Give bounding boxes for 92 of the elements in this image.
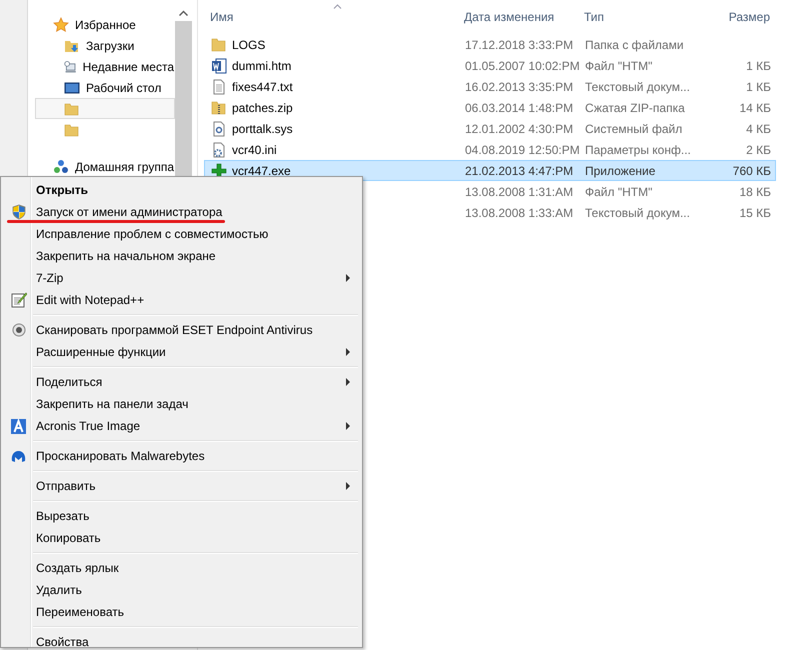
settings-file-icon — [211, 142, 227, 158]
file-name: vcr40.ini — [232, 142, 277, 156]
text-file-icon — [211, 78, 227, 94]
menu-item[interactable]: Исправление проблем с совместимостью — [3, 223, 360, 245]
menu-item[interactable]: Просканировать Malwarebytes — [3, 445, 360, 467]
file-row[interactable]: porttalk.sys 12.01.2002 4:30:PM Системный файл 4 КБ — [204, 118, 776, 139]
column-header[interactable]: Тип — [584, 10, 696, 24]
nav-item[interactable]: Загрузки — [28, 35, 175, 56]
table-cell-text: 1 КБ — [745, 80, 771, 94]
menu-item[interactable]: Расширенные функции — [3, 341, 360, 363]
shield-icon — [10, 204, 26, 220]
menu-item[interactable]: Edit with Notepad++ — [3, 289, 360, 311]
menu-item[interactable]: Переименовать — [3, 601, 360, 623]
menu-item[interactable]: Поделиться — [3, 371, 360, 393]
plus-icon — [211, 162, 227, 178]
notepad-icon — [10, 292, 26, 308]
recent-places-icon — [64, 58, 77, 74]
table-cell-text: 1 КБ — [745, 58, 771, 72]
folder-icon — [64, 100, 80, 116]
table-cell-text: Файл "HTM" — [585, 184, 654, 198]
nav-item[interactable]: Избранное — [28, 14, 175, 35]
star-icon — [53, 16, 69, 32]
table-cell-text: 760 КБ — [732, 164, 771, 178]
table-cell-text: 2 КБ — [745, 142, 771, 156]
menu-item[interactable]: Открыть — [3, 179, 360, 201]
nav-label: Рабочий стол — [86, 80, 162, 94]
table-cell-text: 15 КБ — [738, 206, 771, 220]
table-cell-text: Файл "HTM" — [585, 58, 654, 72]
nav-item[interactable] — [35, 98, 175, 119]
zip-folder-icon — [211, 100, 227, 116]
file-row[interactable]: dummi.htm 01.05.2007 10:02:PM Файл "HTM" 1 КБ — [204, 55, 776, 76]
monitor-icon — [64, 80, 80, 96]
table-cell-text: Текстовый докум... — [585, 206, 691, 220]
menu-item[interactable]: Удалить — [3, 579, 360, 601]
column-header[interactable]: Имя — [204, 10, 464, 24]
file-row[interactable]: patches.zip 06.03.2014 1:48:PM Сжатая ZIP-папка 14 КБ — [204, 97, 776, 118]
table-cell-text: 01.05.2007 10:02:PM — [465, 58, 581, 72]
table-cell-text: 14 КБ — [738, 100, 771, 114]
nav-label: Загрузки — [86, 38, 134, 52]
nav-item[interactable]: Недавние места — [28, 56, 175, 77]
menu-item[interactable]: Вырезать — [3, 505, 360, 527]
table-cell-text: 06.03.2014 1:48:PM — [465, 100, 574, 114]
table-cell-text: 13.08.2008 1:31:AM — [465, 184, 574, 198]
letter-tile-icon — [11, 418, 26, 434]
column-header[interactable]: Дата изменения — [464, 10, 584, 24]
menu-item[interactable]: Свойства — [3, 631, 360, 650]
file-name: LOGS — [232, 38, 266, 52]
table-cell-text: 21.02.2013 4:47:PM — [465, 164, 574, 178]
menu-item[interactable]: Acronis True Image — [3, 415, 360, 437]
file-name: dummi.htm — [232, 58, 292, 72]
menu-item[interactable]: Закрепить на панели задач — [3, 393, 360, 415]
file-name: porttalk.sys — [232, 122, 293, 136]
table-cell-text: 18 КБ — [738, 184, 771, 198]
table-cell-text: Папка с файлами — [585, 38, 685, 52]
table-cell-text: 04.08.2019 12:50:PM — [465, 142, 581, 156]
nav-item[interactable]: Рабочий стол — [28, 77, 175, 98]
file-name: vcr447.exe — [232, 164, 291, 178]
menu-item[interactable]: 7-Zip — [3, 267, 360, 289]
table-cell-text: Системный файл — [585, 122, 684, 136]
nav-label: Домашняя группа — [74, 160, 174, 174]
table-cell-text: 17.12.2018 3:33:PM — [465, 38, 574, 52]
eye-circle-icon — [12, 323, 26, 337]
table-cell-text: Текстовый докум... — [585, 80, 691, 94]
table-cell-text: Параметры конф... — [585, 142, 692, 156]
menu-item[interactable]: Закрепить на начальном экране — [3, 245, 360, 267]
table-cell-text: Приложение — [585, 164, 656, 178]
system-file-icon — [211, 120, 227, 136]
file-row[interactable]: LOGS 17.12.2018 3:33:PM Папка с файлами — [204, 34, 776, 55]
file-row[interactable]: vcr447.exe 21.02.2013 4:47:PM Приложение 760 КБ — [204, 160, 776, 181]
table-cell-text: 13.08.2008 1:33:AM — [465, 206, 574, 220]
table-cell-text: 12.01.2002 4:30:PM — [465, 122, 574, 136]
column-header[interactable]: Размер — [696, 10, 770, 24]
table-cell-text: Сжатая ZIP-папка — [585, 100, 686, 114]
file-row[interactable]: vcr40.ini 04.08.2019 12:50:PM Параметры конф... 2 КБ — [204, 139, 776, 160]
menu-item[interactable]: Отправить — [3, 475, 360, 497]
file-row[interactable]: fixes447.txt 16.02.2013 3:35:PM Текстовый докум... 1 КБ — [204, 76, 776, 97]
nav-item[interactable]: Домашняя группа — [28, 156, 175, 177]
word-document-icon — [211, 58, 227, 74]
folder-icon — [64, 122, 80, 138]
table-cell-text: 16.02.2013 3:35:PM — [465, 80, 574, 94]
folder-icon — [211, 36, 227, 52]
homegroup-icon — [53, 158, 69, 174]
nav-label: Недавние места — [82, 60, 174, 74]
malware-icon — [11, 450, 26, 462]
menu-item[interactable]: Копировать — [3, 527, 360, 549]
table-cell-text: 4 КБ — [745, 122, 771, 136]
file-name: patches.zip — [232, 100, 293, 114]
nav-label: Избранное — [75, 18, 136, 32]
menu-item[interactable]: Запуск от имени администратора — [3, 201, 360, 223]
file-name: fixes447.txt — [232, 80, 293, 94]
menu-item[interactable]: Создать ярлык — [3, 557, 360, 579]
menu-item[interactable]: Сканировать программой ESET Endpoint Antivirus — [3, 319, 360, 341]
